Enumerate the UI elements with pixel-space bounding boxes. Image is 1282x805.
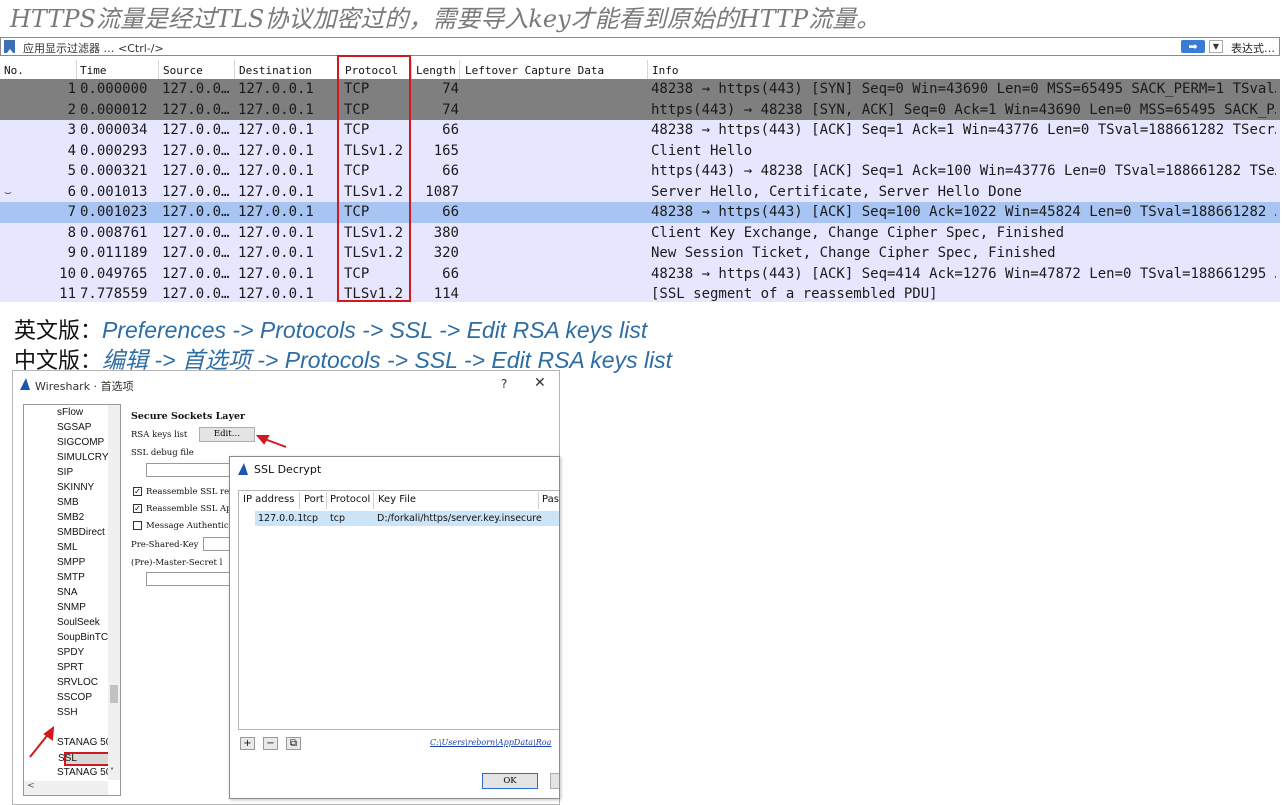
remove-key-button[interactable]: − xyxy=(263,737,278,750)
rsa-keys-table[interactable]: IP address Port Protocol Key File Pass 1… xyxy=(238,490,559,730)
ssl-decrypt-title: SSL Decrypt xyxy=(254,463,322,476)
rsa-key-port[interactable]: tcp xyxy=(303,513,318,524)
column-header-key-file[interactable]: Key File xyxy=(378,494,416,505)
wireshark-logo-icon xyxy=(238,463,248,475)
ssl-decrypt-titlebar: SSL Decrypt xyxy=(230,457,559,483)
column-header-protocol[interactable]: Protocol xyxy=(330,494,370,505)
tree-item-ssl[interactable]: SSL xyxy=(58,753,77,764)
rsa-key-protocol[interactable]: tcp xyxy=(330,513,345,524)
column-header-port[interactable]: Port xyxy=(304,494,324,505)
annotation-arrows xyxy=(29,435,287,783)
add-key-button[interactable]: + xyxy=(240,737,255,750)
config-path-link[interactable]: C:\Users\reborn\AppData\Roa xyxy=(430,738,551,747)
copy-key-button[interactable]: ⧉ xyxy=(286,737,301,750)
rsa-key-ip[interactable]: 127.0.0.1 xyxy=(258,513,303,524)
ok-button[interactable]: OK xyxy=(482,773,538,789)
cancel-button[interactable] xyxy=(550,773,559,789)
rsa-key-file[interactable]: D:/forkali/https/server.key.insecure xyxy=(377,513,542,524)
column-header-ip[interactable]: IP address xyxy=(243,494,294,505)
arrow-to-edit-button-head xyxy=(255,435,270,445)
column-header-password[interactable]: Pass xyxy=(542,494,559,505)
ssl-decrypt-dialog: SSL Decrypt IP address Port Protocol Key… xyxy=(229,456,560,799)
